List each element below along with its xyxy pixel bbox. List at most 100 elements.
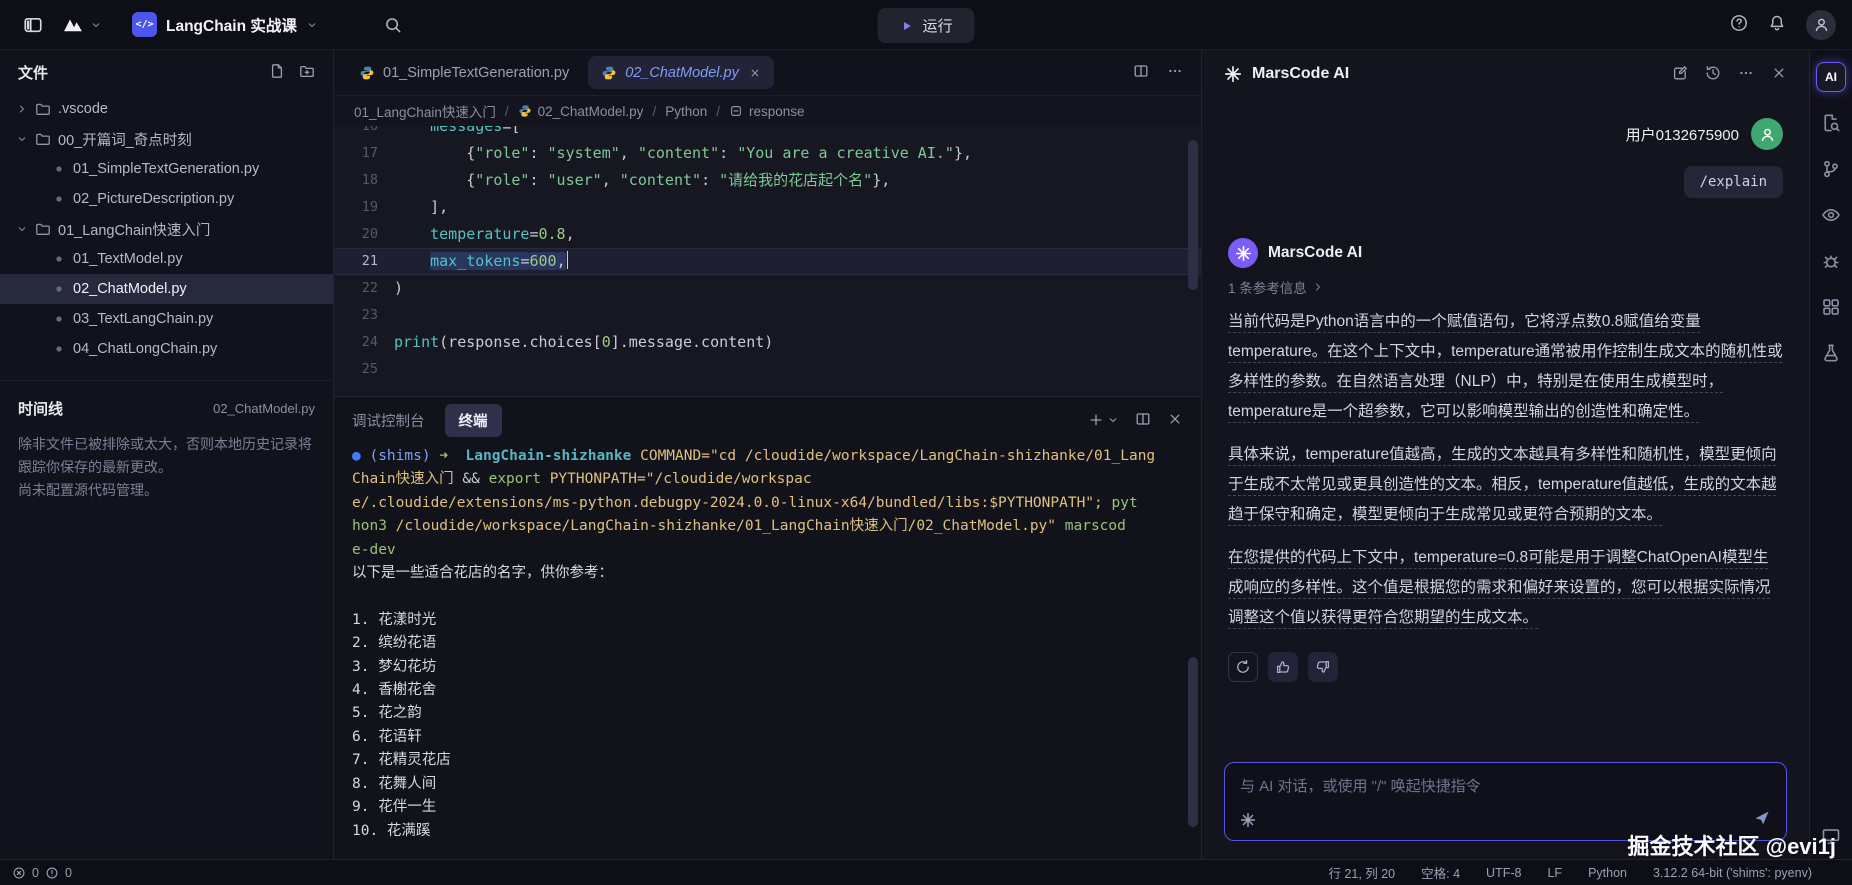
timeline-header[interactable]: 时间线 <box>18 398 63 419</box>
status-language[interactable]: Python <box>1588 866 1627 880</box>
breadcrumb-item[interactable]: Python <box>665 104 707 119</box>
new-folder-button[interactable] <box>299 63 315 82</box>
breadcrumb-item[interactable]: response <box>729 104 805 119</box>
editor-tab[interactable]: 02_ChatModel.py <box>588 56 774 89</box>
folder-item[interactable]: 00_开篇词_奇点时刻 <box>0 124 333 154</box>
new-chat-button[interactable] <box>1672 65 1688 84</box>
chat-input[interactable]: 与 AI 对话，或使用 "/" 唤起快捷指令 <box>1224 762 1787 841</box>
sidebar-toggle-icon <box>23 15 43 35</box>
status-bar: 0 0 行 21, 列 20 空格: 4 UTF-8 LF Python 3.12.2 6… <box>0 859 1852 885</box>
help-button[interactable] <box>1730 14 1748 35</box>
user-avatar[interactable] <box>1806 9 1836 40</box>
project-name: LangChain 实战课 <box>166 17 297 35</box>
terminal-line: 7. 花精灵花店 <box>352 752 451 769</box>
code-line[interactable]: 23 <box>334 302 1201 329</box>
split-editor-button[interactable] <box>1133 63 1149 82</box>
breadcrumb-label: 02_ChatModel.py <box>537 103 644 119</box>
file-item[interactable]: 04_ChatLongChain.py <box>0 334 333 364</box>
extensions-activity-button[interactable] <box>1816 292 1846 322</box>
editor-scrollbar[interactable] <box>1188 140 1198 290</box>
code-line[interactable]: 16 messages=[ <box>334 126 1201 140</box>
send-icon <box>1753 809 1771 827</box>
close-panel-button[interactable] <box>1167 411 1183 430</box>
chevron-down-icon <box>16 133 28 145</box>
close-icon[interactable] <box>749 67 761 79</box>
tree-item-label: 03_TextLangChain.py <box>73 311 214 327</box>
reference-info[interactable]: 1 条参考信息 <box>1228 277 1783 297</box>
file-dot-icon <box>52 312 66 326</box>
notifications-button[interactable] <box>1768 14 1786 35</box>
folder-item[interactable]: 01_LangChain快速入门 <box>0 214 333 244</box>
ai-more-button[interactable] <box>1738 65 1754 84</box>
more-icon <box>1738 65 1754 81</box>
more-icon <box>1167 63 1183 79</box>
code-line[interactable]: 19 ], <box>334 194 1201 221</box>
code-editor[interactable]: 16 messages=[17 {"role": "system", "cont… <box>334 126 1201 396</box>
remote-monitor-button[interactable] <box>1816 821 1846 851</box>
split-editor-icon <box>1133 63 1149 79</box>
thumbs-down-button[interactable] <box>1308 652 1338 682</box>
run-button[interactable]: 运行 <box>877 8 975 43</box>
folder-icon <box>35 101 51 117</box>
eye-activity-button[interactable] <box>1816 200 1846 230</box>
debug-console-tab[interactable]: 调试控制台 <box>352 410 425 431</box>
close-ai-panel-button[interactable] <box>1771 65 1787 84</box>
problems-indicator[interactable]: 0 0 <box>12 866 72 880</box>
person-icon <box>1813 16 1830 33</box>
sidebar-toggle-button[interactable] <box>16 8 50 42</box>
breadcrumb-item[interactable]: 01_LangChain快速入门 <box>354 101 496 121</box>
folder-item[interactable]: .vscode <box>0 94 333 124</box>
project-switcher[interactable]: </> LangChain 实战课 <box>132 12 318 37</box>
file-item[interactable]: 03_TextLangChain.py <box>0 304 333 334</box>
file-item[interactable]: 02_PictureDescription.py <box>0 184 333 214</box>
code-content: 16 messages=[17 {"role": "system", "cont… <box>334 126 1201 383</box>
regenerate-button[interactable] <box>1228 652 1258 682</box>
thumb-up-icon <box>1275 659 1291 675</box>
status-indentation[interactable]: 空格: 4 <box>1421 863 1460 882</box>
code-line[interactable]: 21 max_tokens=600, <box>334 248 1201 275</box>
editor-group: 01_SimpleTextGeneration.py 02_ChatModel.p… <box>334 50 1201 859</box>
code-line[interactable]: 17 {"role": "system", "content": "You ar… <box>334 140 1201 167</box>
terminal-scrollbar[interactable] <box>1188 657 1198 827</box>
code-line[interactable]: 25 <box>334 356 1201 383</box>
folder-icon <box>35 221 51 237</box>
new-file-button[interactable] <box>269 63 285 82</box>
global-search-button[interactable] <box>376 8 410 42</box>
file-item[interactable]: 01_SimpleTextGeneration.py <box>0 154 333 184</box>
bug-icon <box>1821 251 1841 271</box>
send-button[interactable] <box>1753 809 1771 830</box>
code-line[interactable]: 20 temperature=0.8, <box>334 221 1201 248</box>
status-cursor-position[interactable]: 行 21, 列 20 <box>1328 863 1395 882</box>
terminal-tab[interactable]: 终端 <box>444 403 502 437</box>
git-branch-activity-button[interactable] <box>1816 154 1846 184</box>
app-logo[interactable] <box>62 14 102 36</box>
code-line[interactable]: 24 print(response.choices[0].message.cont… <box>334 329 1201 356</box>
terminal-output[interactable]: ● (shims) ➜ LangChain-shizhanke COMMAND=… <box>334 443 1201 859</box>
breadcrumb-item[interactable]: 02_ChatModel.py <box>518 103 644 119</box>
bug-activity-button[interactable] <box>1816 246 1846 276</box>
chevron-down-icon <box>306 19 318 31</box>
flask-icon <box>1821 343 1841 363</box>
code-line[interactable]: 18 {"role": "user", "content": "请给我的花店起个… <box>334 167 1201 194</box>
status-encoding[interactable]: UTF-8 <box>1486 866 1521 880</box>
file-item[interactable]: 01_TextModel.py <box>0 244 333 274</box>
status-interpreter[interactable]: 3.12.2 64-bit ('shims': pyenv) <box>1653 866 1812 880</box>
tree-item-label: 02_ChatModel.py <box>73 281 187 297</box>
thumbs-up-button[interactable] <box>1268 652 1298 682</box>
code-line[interactable]: 22) <box>334 275 1201 302</box>
assistant-paragraph: 具体来说，temperature值越高，生成的文本越具有多样性和随机性，模型更倾… <box>1228 446 1777 523</box>
terminal-line: Chain快速入门 && export PYTHONPATH="/cloudid… <box>352 471 812 488</box>
file-search-activity-button[interactable] <box>1816 108 1846 138</box>
split-terminal-button[interactable] <box>1135 411 1151 430</box>
status-eol[interactable]: LF <box>1547 866 1562 880</box>
flask-activity-button[interactable] <box>1816 338 1846 368</box>
marscode-ai-activity-button[interactable]: AI <box>1816 62 1846 92</box>
editor-tab[interactable]: 01_SimpleTextGeneration.py <box>346 56 582 89</box>
new-terminal-button[interactable] <box>1088 412 1119 428</box>
chat-history-button[interactable] <box>1705 65 1721 84</box>
file-item[interactable]: 02_ChatModel.py <box>0 274 333 304</box>
terminal-line: 8. 花舞人间 <box>352 775 437 792</box>
editor-more-button[interactable] <box>1167 63 1183 82</box>
